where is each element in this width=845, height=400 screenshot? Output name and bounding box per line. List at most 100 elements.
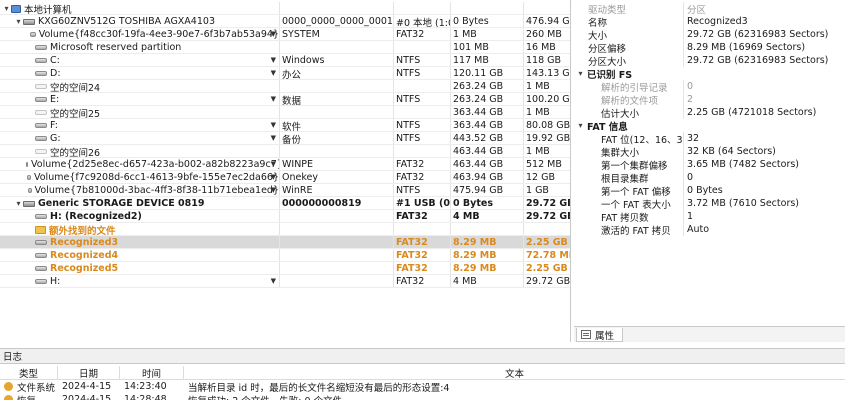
log-cell-date: 2024-4-15 xyxy=(62,381,112,392)
log-title-bar: 日志 xyxy=(0,348,845,364)
grid-line xyxy=(0,287,570,288)
log-col-text[interactable]: 文本 xyxy=(184,366,845,380)
partition-tree-grid[interactable]: ▾ 本地计算机 ▾ KXG60ZNV512G TOSHIBA AGXA4103 0000… xyxy=(0,0,571,342)
partition-icon xyxy=(35,58,47,63)
partition-icon xyxy=(27,188,32,193)
property-key: 一个 FAT 表大小 xyxy=(574,197,684,210)
computer-icon xyxy=(11,4,21,13)
partition-icon xyxy=(35,253,47,258)
tree-item-name: D: xyxy=(50,68,61,79)
tree-item-name: G: xyxy=(50,133,61,144)
free-space-icon xyxy=(35,149,47,154)
property-key: 第一个集群偏移 xyxy=(574,158,684,171)
property-value: 8.29 MB (16969 Sectors) xyxy=(687,42,806,53)
partition-icon xyxy=(35,266,47,271)
tree-item-name: H: (Recognized2) xyxy=(50,211,142,222)
folder-icon xyxy=(35,225,46,234)
disk-icon xyxy=(23,200,35,207)
property-row[interactable]: 解析的引导记录 0 xyxy=(574,80,845,93)
partition-icon xyxy=(29,32,36,37)
tab-properties[interactable]: 属性 xyxy=(576,328,624,342)
property-group-header[interactable]: ▾ FAT 信息 xyxy=(574,119,845,133)
property-value: Recognized3 xyxy=(687,16,748,27)
log-cell-date: 2024-4-15 xyxy=(62,394,112,400)
property-row[interactable]: FAT 位(12、16、32) 32 xyxy=(574,132,845,145)
property-row[interactable]: 分区偏移 8.29 MB (16969 Sectors) xyxy=(574,41,845,54)
partition-icon xyxy=(27,175,31,180)
property-value: 29.72 GB (62316983 Sectors) xyxy=(687,55,829,66)
property-row[interactable]: 一个 FAT 表大小 3.72 MB (7610 Sectors) xyxy=(574,197,845,210)
property-key: FAT 位(12、16、32) xyxy=(574,132,684,145)
tree-item-name: Microsoft reserved partition xyxy=(50,42,182,53)
property-row[interactable]: 第一个集群偏移 3.65 MB (7482 Sectors) xyxy=(574,158,845,171)
free-space-icon xyxy=(35,84,47,89)
log-row[interactable]: 恢复 2024-4-15 14:28:48 恢复成功: 2 个文件。失败: 0 个文件… xyxy=(0,393,845,400)
log-cell-time: 14:28:48 xyxy=(124,394,167,400)
property-row[interactable]: 分区大小 29.72 GB (62316983 Sectors) xyxy=(574,54,845,67)
property-key: 解析的文件项 xyxy=(574,93,684,106)
log-cell-text: 恢复成功: 2 个文件。失败: 0 个文件。 xyxy=(184,393,845,400)
property-row[interactable]: 名称 Recognized3 xyxy=(574,15,845,28)
expand-chevron-icon[interactable]: ▾ xyxy=(2,4,11,13)
property-value: 2 xyxy=(687,94,694,105)
partition-icon xyxy=(26,162,28,167)
property-key: 根目录集群 xyxy=(574,171,684,184)
collapse-chevron-icon[interactable]: ▾ xyxy=(576,69,585,78)
partition-icon xyxy=(35,214,47,219)
expand-chevron-icon[interactable]: ▾ xyxy=(14,199,23,208)
log-col-time[interactable]: 时间 xyxy=(120,365,184,380)
properties-icon xyxy=(581,330,591,339)
property-row[interactable]: 第一个 FAT 偏移 0 Bytes xyxy=(574,184,845,197)
tree-item-name: Recognized4 xyxy=(50,250,119,261)
partition-icon xyxy=(35,71,47,76)
property-group-title: 已识别 FS xyxy=(587,69,633,81)
tree-item-name: Volume{2d25e8ec-d657-423a-b002-a82b8223a… xyxy=(31,159,280,170)
property-key: 解析的引导记录 xyxy=(574,80,684,93)
property-row[interactable]: FAT 拷贝数 1 xyxy=(574,210,845,223)
log-cell-type: 文件系统 xyxy=(0,380,58,393)
log-col-type[interactable]: 类型 xyxy=(0,365,58,380)
property-key: FAT 拷贝数 xyxy=(574,210,684,223)
property-key: 名称 xyxy=(574,15,684,28)
property-value: 2.25 GB (4721018 Sectors) xyxy=(687,107,817,118)
property-value: 0 Bytes xyxy=(687,185,723,196)
property-key: 大小 xyxy=(574,28,684,41)
expand-chevron-icon[interactable]: ▾ xyxy=(14,17,23,26)
property-key: 分区偏移 xyxy=(574,41,684,54)
property-row[interactable]: 估计大小 2.25 GB (4721018 Sectors) xyxy=(574,106,845,119)
property-value: Auto xyxy=(687,224,710,235)
tab-properties-label: 属性 xyxy=(595,330,615,342)
property-row[interactable]: 驱动类型 分区 xyxy=(574,2,845,16)
property-group-title: FAT 信息 xyxy=(587,121,628,133)
property-value: 3.65 MB (7482 Sectors) xyxy=(687,159,800,170)
log-row[interactable]: 文件系统 2024-4-15 14:23:40 当解析目录 id 时，最后的长文件名缩… xyxy=(0,380,845,393)
tree-item-name: KXG60ZNV512G TOSHIBA AGXA4103 xyxy=(38,16,215,27)
tree-item-name: Recognized3 xyxy=(50,237,119,248)
property-value: 32 xyxy=(687,133,700,144)
tree-item-name: C: xyxy=(50,55,60,66)
log-type-label: 文件系统 xyxy=(17,382,56,394)
partition-icon xyxy=(35,279,47,284)
log-header: 类型 日期 时间 文本 xyxy=(0,365,845,380)
property-value: 32 KB (64 Sectors) xyxy=(687,146,776,157)
partition-icon xyxy=(35,123,47,128)
property-key: 激活的 FAT 拷贝 xyxy=(574,223,684,236)
tree-item-name: H: xyxy=(50,276,61,287)
info-icon xyxy=(4,395,13,400)
property-key: 分区大小 xyxy=(574,54,684,67)
property-value: 0 xyxy=(687,81,694,92)
property-row[interactable]: 大小 29.72 GB (62316983 Sectors) xyxy=(574,28,845,41)
collapse-chevron-icon[interactable]: ▾ xyxy=(576,121,585,130)
log-col-date[interactable]: 日期 xyxy=(58,365,120,380)
properties-tab-bar: 属性 xyxy=(574,326,845,342)
property-row[interactable]: 根目录集群 0 xyxy=(574,171,845,184)
property-row[interactable]: 集群大小 32 KB (64 Sectors) xyxy=(574,145,845,158)
property-row[interactable]: 激活的 FAT 拷贝 Auto xyxy=(574,223,845,236)
partition-icon xyxy=(35,97,47,102)
disk-icon xyxy=(23,18,35,25)
tree-item-name: Volume{f48cc30f-19fa-4ee3-90e7-6f3b7ab53… xyxy=(38,29,279,40)
tree-item-name: Volume{f7c9208d-6cc1-4613-9bfe-155e7ec2d… xyxy=(33,172,279,183)
property-group-header[interactable]: ▾ 已识别 FS xyxy=(574,67,845,81)
property-key: 集群大小 xyxy=(574,145,684,158)
property-row[interactable]: 解析的文件项 2 xyxy=(574,93,845,106)
